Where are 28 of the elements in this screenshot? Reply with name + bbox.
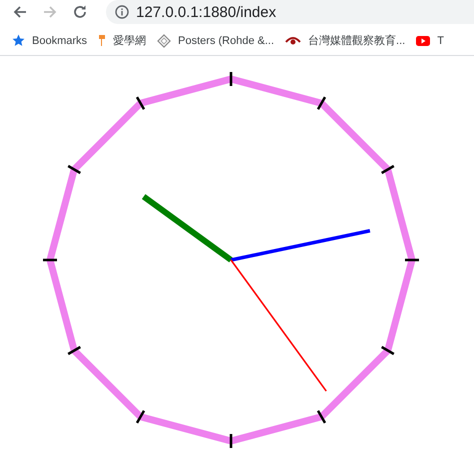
star-icon	[12, 34, 25, 47]
back-arrow-icon	[12, 4, 28, 20]
bookmark-link[interactable]: 台灣媒體觀察教育...	[308, 33, 406, 48]
eye-icon	[285, 36, 302, 46]
bookmark-link[interactable]: 愛學網	[113, 33, 146, 48]
bookmark-link[interactable]: Posters (Rohde &...	[178, 34, 274, 46]
forward-arrow-icon	[42, 4, 58, 20]
tick-mark	[43, 258, 57, 262]
bookmark-link[interactable]: Bookmarks	[32, 34, 88, 46]
reload-icon	[72, 4, 88, 20]
tick-mark	[405, 258, 419, 262]
info-icon[interactable]	[115, 5, 129, 19]
tick-mark	[68, 164, 81, 174]
diamond-icon	[157, 34, 172, 48]
tick-mark	[316, 410, 326, 424]
tick-mark	[381, 164, 394, 174]
address-bar[interactable]: 127.0.0.1:1880/index	[106, 0, 474, 24]
tick-mark	[136, 96, 146, 110]
tick-mark	[381, 346, 394, 356]
tick-mark	[230, 434, 232, 448]
tick-mark	[68, 346, 81, 356]
url-text: 127.0.0.1:1880/index	[136, 4, 276, 20]
tick-mark	[316, 96, 326, 110]
pin-icon	[98, 34, 106, 47]
bookmark-link[interactable]: T	[437, 34, 444, 46]
tick-mark	[136, 410, 146, 424]
play-icon	[416, 36, 430, 46]
tick-mark	[230, 72, 232, 86]
